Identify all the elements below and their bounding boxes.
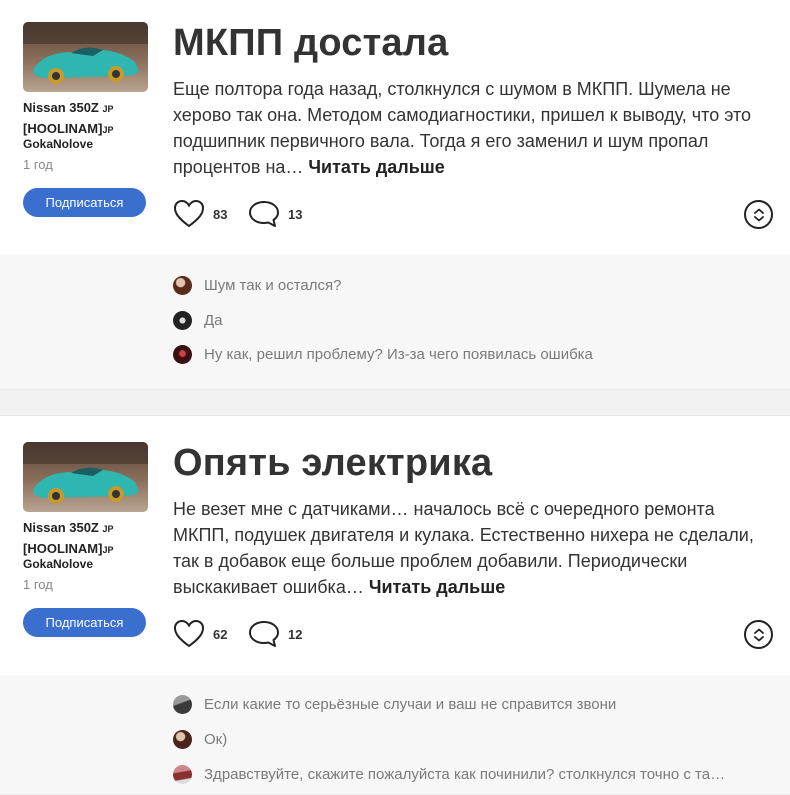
post-age: 1 год: [23, 157, 53, 172]
avatar[interactable]: [173, 276, 192, 295]
car-thumbnail[interactable]: [23, 22, 148, 92]
comment-item[interactable]: Шум так и остался?: [173, 276, 341, 295]
comments-preview: Шум так и остался? Да Ну как, решил проб…: [0, 254, 790, 390]
post-separator: [0, 390, 790, 415]
comment-item[interactable]: Ок): [173, 730, 227, 749]
avatar[interactable]: [173, 765, 192, 784]
post-excerpt: Не везет мне с датчиками… началось всё с…: [173, 499, 754, 597]
comments-button[interactable]: 12: [248, 619, 302, 649]
comment-bubble-icon: [249, 201, 279, 227]
like-count: 83: [213, 206, 228, 222]
post-age: 1 год: [23, 577, 53, 592]
read-more-link[interactable]: Читать дальше: [308, 157, 444, 177]
subscribe-button[interactable]: Подписаться: [23, 188, 146, 217]
car-thumbnail[interactable]: [23, 442, 148, 512]
comment-count: 12: [288, 626, 303, 642]
post-excerpt: Еще полтора года назад, столкнулся с шум…: [173, 79, 752, 177]
comment-bubble-icon: [249, 621, 279, 647]
comment-item[interactable]: Ну как, решил проблему? Из-за чего появи…: [173, 345, 593, 364]
post-title[interactable]: Опять электрика: [173, 442, 492, 485]
comment-item[interactable]: Здравствуйте, скажите пожалуйста как поч…: [173, 765, 725, 784]
chevron-up-down-icon: [753, 628, 764, 641]
avatar[interactable]: [173, 345, 192, 364]
avatar[interactable]: [173, 311, 192, 330]
read-more-link[interactable]: Читать дальше: [369, 577, 505, 597]
comment-item[interactable]: Если какие то серьёзные случаи и ваш не …: [173, 695, 616, 714]
comment-item[interactable]: Да: [173, 311, 223, 330]
car-name[interactable]: Nissan 350Z JP [HOOLINAM]JP: [23, 98, 163, 140]
like-button[interactable]: 83: [173, 199, 227, 229]
comments-preview: Если какие то серьёзные случаи и ваш не …: [0, 675, 790, 795]
heart-icon: [173, 619, 205, 648]
like-count: 62: [213, 626, 228, 642]
chevron-up-down-icon: [753, 208, 764, 221]
subscribe-button[interactable]: Подписаться: [23, 608, 146, 637]
car-name[interactable]: Nissan 350Z JP [HOOLINAM]JP: [23, 518, 163, 560]
like-button[interactable]: 62: [173, 619, 227, 649]
avatar[interactable]: [173, 695, 192, 714]
comments-button[interactable]: 13: [248, 199, 302, 229]
author-name[interactable]: GokaNolove: [23, 137, 93, 151]
heart-icon: [173, 199, 205, 228]
comment-count: 13: [288, 206, 303, 222]
expand-button[interactable]: [744, 620, 773, 649]
post-title[interactable]: МКПП достала: [173, 22, 448, 65]
expand-button[interactable]: [744, 200, 773, 229]
avatar[interactable]: [173, 730, 192, 749]
author-name[interactable]: GokaNolove: [23, 557, 93, 571]
